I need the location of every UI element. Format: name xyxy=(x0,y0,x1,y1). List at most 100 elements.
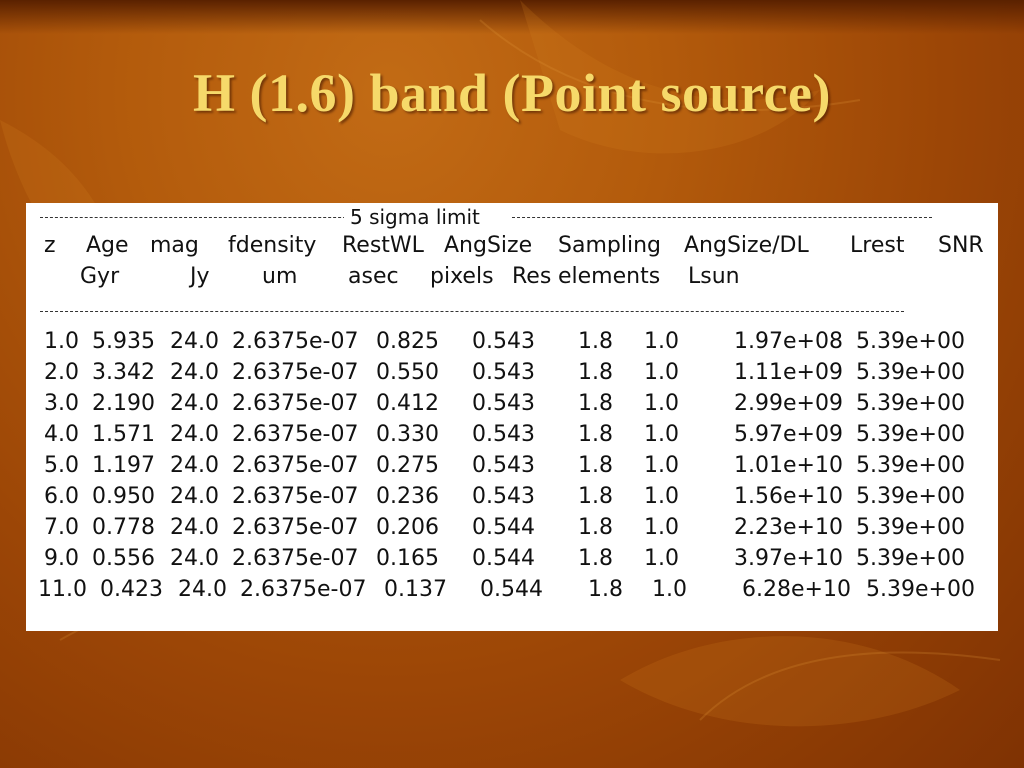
table-cell: 1.0 xyxy=(644,484,679,509)
table-cell: 2.6375e-07 xyxy=(232,391,359,416)
table-cell: 1.0 xyxy=(652,577,687,602)
table-cell: 2.6375e-07 xyxy=(232,360,359,385)
table-cell: 1.0 xyxy=(644,329,679,354)
table-cell: 1.0 xyxy=(644,360,679,385)
table-cell: 2.6375e-07 xyxy=(232,484,359,509)
table-cell: 1.0 xyxy=(44,329,79,354)
column-header: fdensity xyxy=(228,233,317,258)
table-cell: 1.8 xyxy=(578,484,613,509)
table-cell: 0.543 xyxy=(472,422,535,447)
table-banner: 5 sigma limit xyxy=(344,205,486,229)
table-cell: 24.0 xyxy=(170,515,219,540)
table-cell: 5.39e+00 xyxy=(856,546,965,571)
table-cell: 1.8 xyxy=(578,453,613,478)
table-cell: 6.28e+10 xyxy=(742,577,851,602)
column-unit: Jy xyxy=(190,264,210,289)
table-cell: 5.39e+00 xyxy=(866,577,975,602)
table-cell: 1.8 xyxy=(578,546,613,571)
table-cell: 0.950 xyxy=(92,484,155,509)
table-cell: 2.0 xyxy=(44,360,79,385)
table-cell: 0.412 xyxy=(376,391,439,416)
column-header: RestWL xyxy=(342,233,424,258)
table-cell: 0.330 xyxy=(376,422,439,447)
table-cell: 5.97e+09 xyxy=(734,422,843,447)
table-cell: 5.935 xyxy=(92,329,155,354)
column-unit: um xyxy=(262,264,298,289)
table-cell: 9.0 xyxy=(44,546,79,571)
table-cell: 5.39e+00 xyxy=(856,360,965,385)
table-cell: 3.342 xyxy=(92,360,155,385)
table-cell: 7.0 xyxy=(44,515,79,540)
table-cell: 0.543 xyxy=(472,329,535,354)
table-cell: 5.39e+00 xyxy=(856,515,965,540)
table-cell: 1.571 xyxy=(92,422,155,447)
table-cell: 1.8 xyxy=(578,515,613,540)
table-cell: 2.6375e-07 xyxy=(232,515,359,540)
table-cell: 5.39e+00 xyxy=(856,453,965,478)
column-header: z xyxy=(44,233,56,258)
table-cell: 24.0 xyxy=(170,391,219,416)
banner-dash-left xyxy=(40,217,356,218)
table-cell: 1.8 xyxy=(588,577,623,602)
table-cell: 3.97e+10 xyxy=(734,546,843,571)
table-cell: 24.0 xyxy=(170,484,219,509)
column-unit: Lsun xyxy=(688,264,740,289)
table-cell: 1.0 xyxy=(644,546,679,571)
table-cell: 5.39e+00 xyxy=(856,484,965,509)
column-unit: elements xyxy=(558,264,661,289)
table-cell: 1.8 xyxy=(578,422,613,447)
column-header: Sampling xyxy=(558,233,661,258)
table-cell: 24.0 xyxy=(170,360,219,385)
column-unit: Gyr xyxy=(80,264,120,289)
column-header: Age xyxy=(86,233,129,258)
table-cell: 0.206 xyxy=(376,515,439,540)
data-table-panel: 5 sigma limit z Age mag fdensity RestWL AngSi… xyxy=(26,203,998,631)
table-cell: 3.0 xyxy=(44,391,79,416)
column-header: AngSize xyxy=(444,233,533,258)
table-cell: 0.543 xyxy=(472,453,535,478)
table-cell: 2.99e+09 xyxy=(734,391,843,416)
table-cell: 0.137 xyxy=(384,577,447,602)
table-cell: 2.190 xyxy=(92,391,155,416)
table-cell: 0.165 xyxy=(376,546,439,571)
table-cell: 1.8 xyxy=(578,391,613,416)
table-cell: 2.6375e-07 xyxy=(232,546,359,571)
table-cell: 2.6375e-07 xyxy=(240,577,367,602)
table-cell: 1.0 xyxy=(644,453,679,478)
column-unit: pixels xyxy=(430,264,494,289)
table-cell: 1.11e+09 xyxy=(734,360,843,385)
slide-title: H (1.6) band (Point source) xyxy=(192,63,831,123)
table-cell: 1.97e+08 xyxy=(734,329,843,354)
table-cell: 24.0 xyxy=(170,329,219,354)
table-cell: 0.543 xyxy=(472,484,535,509)
table-cell: 11.0 xyxy=(38,577,87,602)
table-cell: 1.0 xyxy=(644,391,679,416)
table-cell: 2.6375e-07 xyxy=(232,422,359,447)
table-cell: 0.544 xyxy=(472,546,535,571)
table-cell: 0.236 xyxy=(376,484,439,509)
table-cell: 0.556 xyxy=(92,546,155,571)
table-cell: 0.275 xyxy=(376,453,439,478)
table-cell: 0.825 xyxy=(376,329,439,354)
table-cell: 0.544 xyxy=(472,515,535,540)
column-unit: asec xyxy=(348,264,399,289)
table-cell: 1.8 xyxy=(578,329,613,354)
table-cell: 0.543 xyxy=(472,360,535,385)
table-cell: 24.0 xyxy=(170,453,219,478)
column-header: AngSize/DL xyxy=(684,233,809,258)
table-cell: 1.0 xyxy=(644,515,679,540)
table-cell: 0.423 xyxy=(100,577,163,602)
column-header: mag xyxy=(150,233,199,258)
table-cell: 6.0 xyxy=(44,484,79,509)
table-cell: 5.39e+00 xyxy=(856,422,965,447)
table-cell: 0.544 xyxy=(480,577,543,602)
column-unit: Res xyxy=(512,264,552,289)
table-cell: 1.8 xyxy=(578,360,613,385)
table-cell: 24.0 xyxy=(170,422,219,447)
table-cell: 1.0 xyxy=(644,422,679,447)
table-cell: 24.0 xyxy=(178,577,227,602)
table-cell: 5.39e+00 xyxy=(856,391,965,416)
table-cell: 5.39e+00 xyxy=(856,329,965,354)
column-header: Lrest xyxy=(850,233,905,258)
table-cell: 0.550 xyxy=(376,360,439,385)
